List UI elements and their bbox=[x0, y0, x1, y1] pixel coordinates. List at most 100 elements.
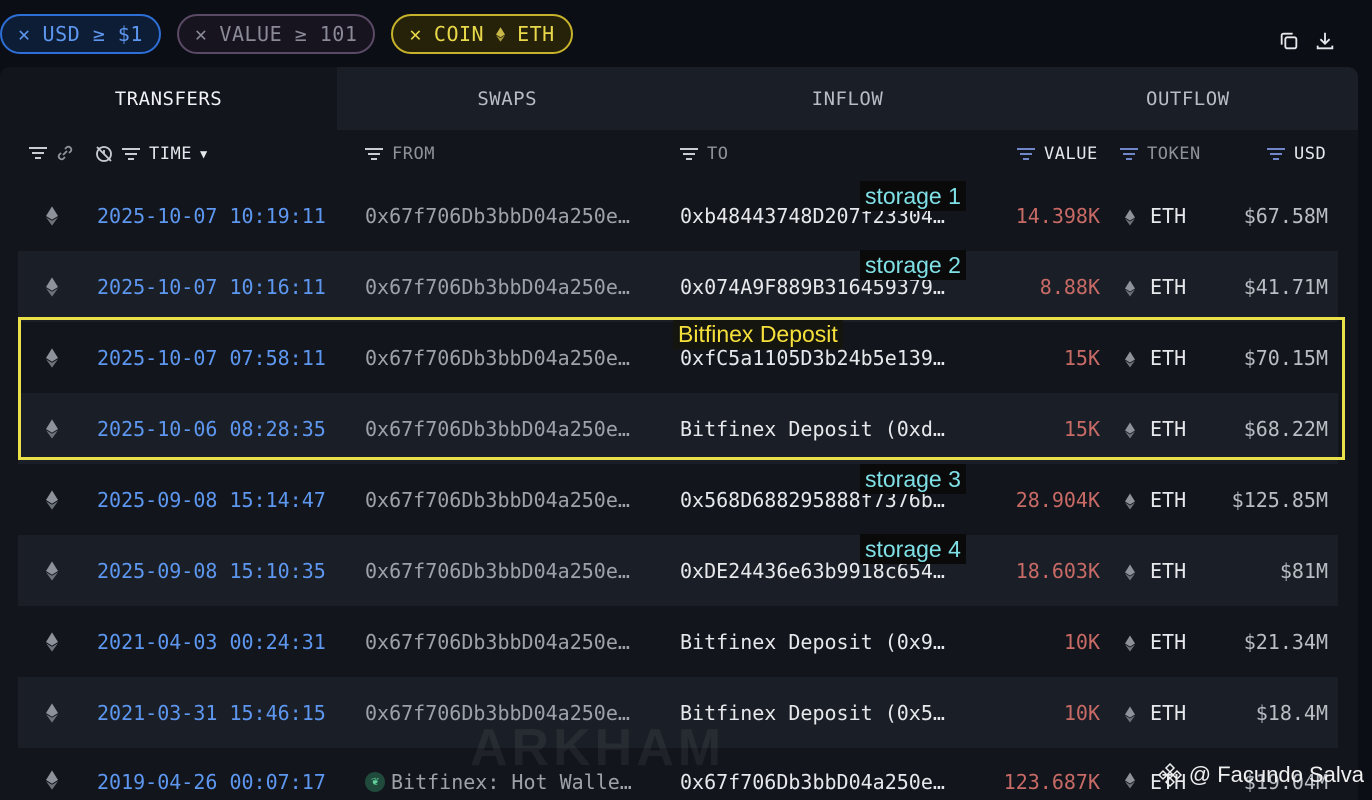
header-label: USD bbox=[1294, 144, 1327, 164]
from-address-text: 0x67f706Db3bbD04a250e… bbox=[365, 488, 630, 512]
ethereum-icon bbox=[46, 632, 58, 657]
filter-icon[interactable] bbox=[28, 146, 48, 160]
header-label: FROM bbox=[392, 144, 435, 164]
from-address[interactable]: 0x67f706Db3bbD04a250e… bbox=[365, 488, 630, 512]
ethereum-icon bbox=[46, 703, 58, 728]
token-symbol[interactable]: ETH bbox=[1150, 488, 1186, 512]
ethereum-icon bbox=[46, 770, 58, 795]
time-link[interactable]: 2025-10-07 10:19:11 bbox=[97, 204, 326, 228]
header-label: TIME bbox=[149, 144, 192, 164]
filter-chip-coin[interactable]: ✕ COIN ETH bbox=[391, 14, 573, 54]
ethereum-icon bbox=[1125, 278, 1135, 302]
usd-amount: $18.4M bbox=[1255, 701, 1328, 725]
time-link[interactable]: 2025-09-08 15:10:35 bbox=[97, 559, 326, 583]
header-time[interactable]: TIME ▼ bbox=[95, 144, 208, 164]
token-symbol[interactable]: ETH bbox=[1150, 559, 1186, 583]
to-address[interactable]: Bitfinex Deposit (0x9… bbox=[680, 630, 945, 654]
filter-chip-usd[interactable]: ✕ USD ≥ $1 bbox=[0, 14, 161, 54]
value-amount: 10K bbox=[1063, 701, 1100, 725]
value-amount: 28.904K bbox=[1015, 488, 1100, 512]
from-address-text: 0x67f706Db3bbD04a250e… bbox=[365, 559, 630, 583]
from-address-text: 0x67f706Db3bbD04a250e… bbox=[365, 275, 630, 299]
ethereum-icon bbox=[496, 26, 506, 42]
table-row[interactable]: 2025-10-07 10:16:11 0x67f706Db3bbD04a250e… bbox=[18, 251, 1338, 322]
from-address[interactable]: 0x67f706Db3bbD04a250e… bbox=[365, 275, 630, 299]
time-link[interactable]: 2021-04-03 00:24:31 bbox=[97, 630, 326, 654]
table-row[interactable]: 2025-10-07 10:19:11 0x67f706Db3bbD04a250e… bbox=[18, 180, 1338, 251]
annotation-storage-4: storage 4 bbox=[860, 534, 966, 564]
binance-icon bbox=[1157, 762, 1182, 788]
table-row[interactable]: 2021-04-03 00:24:31 0x67f706Db3bbD04a250e… bbox=[18, 606, 1338, 677]
download-icon[interactable] bbox=[1314, 30, 1336, 52]
close-icon[interactable]: ✕ bbox=[409, 22, 422, 46]
token-symbol[interactable]: ETH bbox=[1150, 701, 1186, 725]
filter-icon[interactable] bbox=[1266, 147, 1286, 161]
from-address-text: 0x67f706Db3bbD04a250e… bbox=[365, 204, 630, 228]
usd-amount: $125.85M bbox=[1231, 488, 1328, 512]
header-token[interactable]: TOKEN bbox=[1119, 144, 1201, 164]
from-address-text: 0x67f706Db3bbD04a250e… bbox=[365, 630, 630, 654]
tab-inflow[interactable]: INFLOW bbox=[677, 67, 1017, 130]
bitfinex-icon: ❦ bbox=[365, 772, 385, 792]
highlight-box bbox=[18, 317, 1345, 460]
table-header: TIME ▼ FROM TO VALUE TOKEN USD bbox=[0, 130, 1358, 180]
credit-label: @ Facundo Salva bbox=[1157, 762, 1364, 788]
time-link[interactable]: 2019-04-26 00:07:17 bbox=[97, 770, 326, 794]
header-usd[interactable]: USD bbox=[1266, 144, 1326, 164]
from-address[interactable]: 0x67f706Db3bbD04a250e… bbox=[365, 204, 630, 228]
transfers-table: 2025-10-07 10:19:11 0x67f706Db3bbD04a250e… bbox=[18, 180, 1338, 800]
time-link[interactable]: 2021-03-31 15:46:15 bbox=[97, 701, 326, 725]
link-icon[interactable] bbox=[56, 144, 74, 162]
from-address[interactable]: 0x67f706Db3bbD04a250e… bbox=[365, 559, 630, 583]
sort-desc-icon[interactable]: ▼ bbox=[200, 147, 208, 161]
filter-label: USD ≥ $1 bbox=[42, 22, 143, 46]
filter-icon[interactable] bbox=[121, 147, 141, 161]
time-link[interactable]: 2025-10-07 10:16:11 bbox=[97, 275, 326, 299]
tab-bar: TRANSFERS SWAPS INFLOW OUTFLOW bbox=[0, 67, 1358, 130]
annotation-storage-2: storage 2 bbox=[860, 250, 966, 280]
ethereum-icon bbox=[1125, 704, 1135, 728]
copy-icon[interactable] bbox=[1278, 30, 1300, 52]
token-symbol[interactable]: ETH bbox=[1150, 630, 1186, 654]
token-symbol[interactable]: ETH bbox=[1150, 204, 1186, 228]
token-symbol[interactable]: ETH bbox=[1150, 275, 1186, 299]
value-amount: 18.603K bbox=[1015, 559, 1100, 583]
header-value[interactable]: VALUE bbox=[1016, 144, 1098, 164]
toolbar bbox=[1278, 30, 1336, 52]
filter-bar: ✕ USD ≥ $1 ✕ VALUE ≥ 101 ✕ COIN ETH bbox=[0, 14, 573, 54]
ethereum-icon bbox=[1125, 633, 1135, 657]
header-to[interactable]: TO bbox=[679, 144, 728, 164]
close-icon[interactable]: ✕ bbox=[195, 22, 208, 46]
tab-swaps[interactable]: SWAPS bbox=[337, 67, 677, 130]
filter-icon[interactable] bbox=[364, 147, 384, 161]
header-from[interactable]: FROM bbox=[364, 144, 435, 164]
filter-chip-value[interactable]: ✕ VALUE ≥ 101 bbox=[176, 14, 376, 54]
filter-icon[interactable] bbox=[1119, 147, 1139, 161]
close-icon[interactable]: ✕ bbox=[18, 22, 31, 46]
ethereum-icon bbox=[1125, 491, 1135, 515]
usd-amount: $67.58M bbox=[1243, 204, 1328, 228]
filter-icon[interactable] bbox=[1016, 147, 1036, 161]
value-amount: 14.398K bbox=[1015, 204, 1100, 228]
usd-amount: $81M bbox=[1279, 559, 1328, 583]
ethereum-icon bbox=[1125, 770, 1135, 794]
watermark: ARKHAM bbox=[470, 719, 726, 777]
value-amount: 123.687K bbox=[1003, 770, 1100, 794]
table-row[interactable]: 2025-09-08 15:10:35 0x67f706Db3bbD04a250e… bbox=[18, 535, 1338, 606]
tab-outflow[interactable]: OUTFLOW bbox=[1018, 67, 1358, 130]
ethereum-icon bbox=[46, 206, 58, 231]
filter-label: COIN bbox=[433, 22, 485, 46]
filter-icon[interactable] bbox=[679, 147, 699, 161]
clock-off-icon[interactable] bbox=[95, 145, 113, 163]
from-address[interactable]: 0x67f706Db3bbD04a250e… bbox=[365, 630, 630, 654]
header-label: TO bbox=[707, 144, 729, 164]
usd-amount: $41.71M bbox=[1243, 275, 1328, 299]
ethereum-icon bbox=[46, 277, 58, 302]
header-icons bbox=[28, 144, 74, 162]
tab-transfers[interactable]: TRANSFERS bbox=[0, 67, 337, 130]
credit-text: @ Facundo Salva bbox=[1188, 762, 1364, 787]
ethereum-icon bbox=[46, 561, 58, 586]
value-amount: 8.88K bbox=[1039, 275, 1100, 299]
table-row[interactable]: 2025-09-08 15:14:47 0x67f706Db3bbD04a250e… bbox=[18, 464, 1338, 535]
time-link[interactable]: 2025-09-08 15:14:47 bbox=[97, 488, 326, 512]
